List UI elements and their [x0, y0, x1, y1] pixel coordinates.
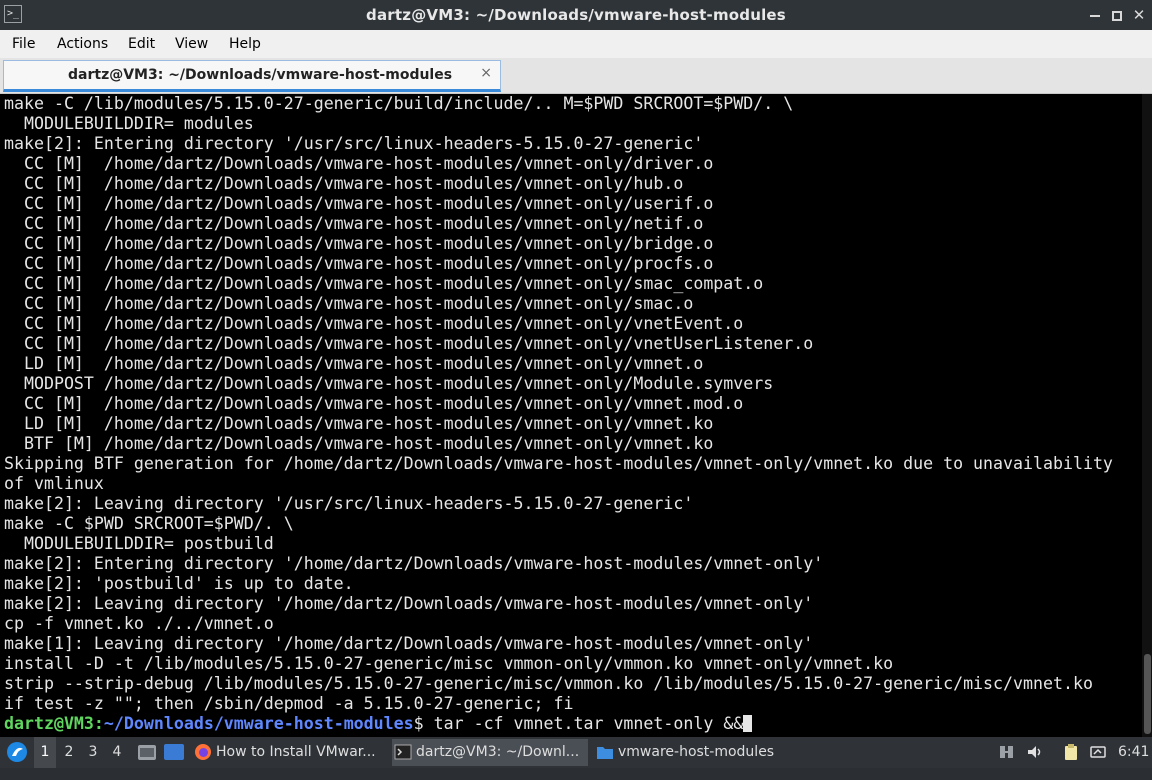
terminal-line: make[2]: Entering directory '/home/dartz… [4, 554, 824, 573]
terminal-lines: make -C /lib/modules/5.15.0-27-generic/b… [4, 94, 1140, 734]
terminal-line: CC [M] /home/dartz/Downloads/vmware-host… [4, 194, 714, 213]
firefox-icon [195, 744, 211, 760]
clipboard-icon[interactable] [1062, 743, 1080, 761]
lubuntu-menu-icon[interactable] [4, 737, 30, 768]
close-icon[interactable]: ✕ [1128, 4, 1150, 26]
task-folder[interactable]: vmware-host-modules [594, 739, 794, 766]
minimize-icon[interactable] [1084, 4, 1106, 26]
terminal-line: if test -z ""; then /sbin/depmod -a 5.15… [4, 694, 574, 713]
terminal-line: install -D -t /lib/modules/5.15.0-27-gen… [4, 654, 894, 673]
prompt-symbol: $ [413, 714, 424, 733]
show-desktop-icon[interactable] [162, 737, 186, 768]
tab-close-icon[interactable]: × [480, 65, 492, 81]
prompt-command: tar -cf vmnet.tar vmnet-only && [423, 714, 744, 733]
terminal-line: Skipping BTF generation for /home/dartz/… [4, 454, 1113, 473]
terminal-icon [394, 744, 412, 760]
menu-help[interactable]: Help [229, 36, 261, 52]
task-label: How to Install VMwar... [216, 744, 376, 760]
menubar: File Actions Edit View Help [0, 30, 1152, 58]
tab-label: dartz@VM3: ~/Downloads/vmware-host-modul… [68, 67, 453, 83]
terminal-line: make[2]: Leaving directory '/usr/src/lin… [4, 494, 694, 513]
desktop-2[interactable]: 2 [58, 737, 80, 768]
terminal-line: make[2]: 'postbuild' is up to date. [4, 574, 354, 593]
terminal-line: CC [M] /home/dartz/Downloads/vmware-host… [4, 234, 714, 253]
task-label: dartz@VM3: ~/Downl... [416, 744, 580, 760]
terminal-line: cp -f vmnet.ko ./../vmnet.o [4, 614, 274, 633]
terminal-line: make -C /lib/modules/5.15.0-27-generic/b… [4, 94, 794, 113]
menu-file[interactable]: File [12, 36, 35, 52]
terminal-line: make[2]: Leaving directory '/home/dartz/… [4, 594, 814, 613]
terminal-line: BTF [M] /home/dartz/Downloads/vmware-hos… [4, 434, 714, 453]
prompt-user-host: dartz@VM3 [4, 714, 94, 733]
terminal-line: MODULEBUILDDIR= postbuild [4, 534, 274, 553]
prompt-colon: : [93, 714, 104, 733]
terminal-line: MODPOST /home/dartz/Downloads/vmware-hos… [4, 374, 774, 393]
terminal-line: make[1]: Leaving directory '/home/dartz/… [4, 634, 814, 653]
menu-edit[interactable]: Edit [128, 36, 155, 52]
task-firefox[interactable]: How to Install VMwar... [192, 739, 384, 766]
battery-icon[interactable] [1090, 743, 1108, 761]
menu-view[interactable]: View [175, 36, 208, 52]
desktop-3[interactable]: 3 [82, 737, 104, 768]
terminal-line: CC [M] /home/dartz/Downloads/vmware-host… [4, 274, 764, 293]
maximize-icon[interactable] [1106, 4, 1128, 26]
terminal-line: CC [M] /home/dartz/Downloads/vmware-host… [4, 394, 744, 413]
menu-actions[interactable]: Actions [57, 36, 108, 52]
terminal-line: CC [M] /home/dartz/Downloads/vmware-host… [4, 214, 704, 233]
prompt-path: ~/Downloads/vmware-host-modules [103, 714, 414, 733]
task-terminal[interactable]: dartz@VM3: ~/Downl... [392, 739, 588, 766]
volume-icon[interactable] [1026, 743, 1044, 761]
terminal-line: CC [M] /home/dartz/Downloads/vmware-host… [4, 254, 714, 273]
text-cursor [743, 715, 753, 732]
terminal-line: MODULEBUILDDIR= modules [4, 114, 254, 133]
desktop-1[interactable]: 1 [34, 737, 56, 768]
taskbar: 1 2 3 4 How to Install VMwar... dartz@VM… [0, 737, 1152, 768]
scrollbar-thumb[interactable] [1144, 654, 1151, 734]
terminal-line: make[2]: Entering directory '/usr/src/li… [4, 134, 704, 153]
clock[interactable]: 6:41 [1118, 737, 1149, 768]
terminal-line: CC [M] /home/dartz/Downloads/vmware-host… [4, 334, 814, 353]
desktop-4[interactable]: 4 [106, 737, 128, 768]
terminal-line: CC [M] /home/dartz/Downloads/vmware-host… [4, 294, 694, 313]
terminal-line: CC [M] /home/dartz/Downloads/vmware-host… [4, 154, 714, 173]
terminal-line: of vmlinux [4, 474, 104, 493]
terminal-line: LD [M] /home/dartz/Downloads/vmware-host… [4, 414, 714, 433]
tab-terminal[interactable]: dartz@VM3: ~/Downloads/vmware-host-modul… [3, 60, 501, 92]
folder-icon [597, 747, 613, 759]
task-label: vmware-host-modules [618, 744, 775, 760]
tab-bar: dartz@VM3: ~/Downloads/vmware-host-modul… [0, 58, 1152, 94]
terminal-line: make -C $PWD SRCROOT=$PWD/. \ [4, 514, 294, 533]
terminal-window: >_ dartz@VM3: ~/Downloads/vmware-host-mo… [0, 0, 1152, 737]
terminal-output[interactable]: make -C /lib/modules/5.15.0-27-generic/b… [0, 94, 1152, 737]
network-icon[interactable] [998, 743, 1016, 761]
window-titlebar[interactable]: >_ dartz@VM3: ~/Downloads/vmware-host-mo… [0, 0, 1152, 30]
terminal-line: CC [M] /home/dartz/Downloads/vmware-host… [4, 314, 744, 333]
terminal-line: LD [M] /home/dartz/Downloads/vmware-host… [4, 354, 704, 373]
terminal-line: CC [M] /home/dartz/Downloads/vmware-host… [4, 174, 684, 193]
file-manager-icon[interactable] [136, 737, 158, 768]
shell-prompt[interactable]: dartz@VM3:~/Downloads/vmware-host-module… [4, 714, 1140, 734]
window-title: dartz@VM3: ~/Downloads/vmware-host-modul… [366, 6, 786, 24]
terminal-line: strip --strip-debug /lib/modules/5.15.0-… [4, 674, 1093, 693]
terminal-scrollbar[interactable] [1142, 94, 1152, 737]
